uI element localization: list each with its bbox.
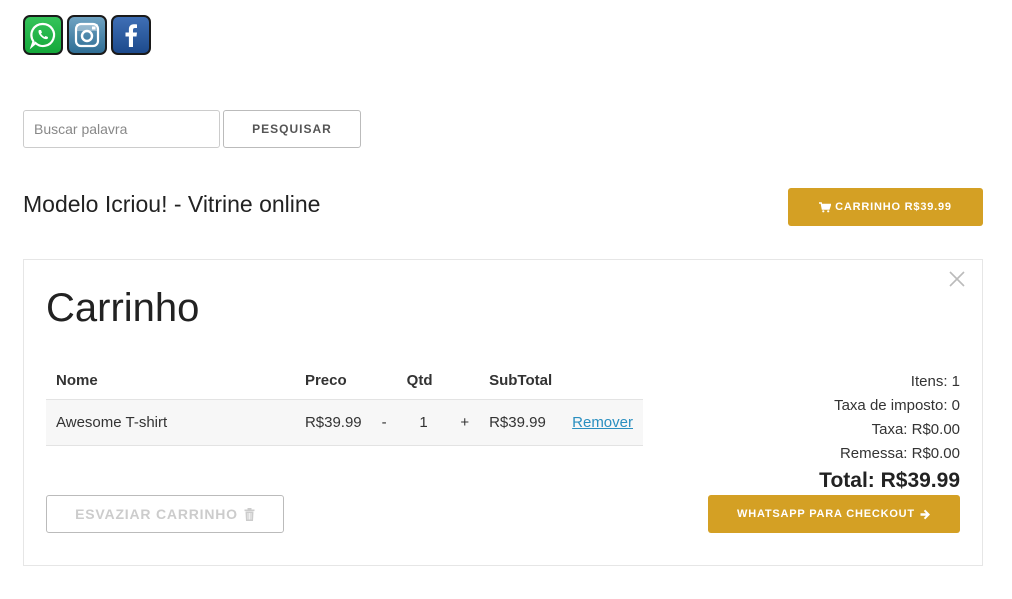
- summary-shipping: Remessa: R$0.00: [839, 445, 960, 462]
- store-title: Modelo Icriou! - Vitrine online: [23, 191, 321, 217]
- item-name: Awesome T-shirt: [46, 398, 295, 446]
- column-header-qty: Qtd: [406, 372, 433, 390]
- social-links: [23, 15, 151, 55]
- empty-cart-button[interactable]: ESVAZIAR CARRINHO: [46, 495, 284, 533]
- column-header-name: Nome: [56, 372, 98, 390]
- summary-items: Itens: 1: [910, 373, 960, 390]
- cart-button-label: CARRINHO R$39.99: [835, 201, 952, 213]
- cart-panel: Carrinho Nome Preco Qtd SubTotal Awesome…: [23, 259, 983, 566]
- table-row: Awesome T-shirt R$39.99 - 1 + R$39.99 Re…: [46, 398, 643, 446]
- search-button[interactable]: PESQUISAR: [223, 110, 361, 148]
- summary-tax-rate: Taxa de imposto: 0: [834, 397, 960, 414]
- whatsapp-icon[interactable]: [23, 15, 63, 55]
- facebook-icon[interactable]: [111, 15, 151, 55]
- whatsapp-checkout-button[interactable]: WHATSAPP PARA CHECKOUT: [708, 495, 960, 533]
- decrement-qty-button[interactable]: -: [371, 398, 397, 446]
- table-header-row: Nome Preco Qtd SubTotal: [46, 363, 643, 399]
- item-qty: 1: [396, 398, 451, 446]
- trash-icon: [244, 507, 255, 521]
- checkout-label: WHATSAPP PARA CHECKOUT: [737, 508, 915, 520]
- column-header-subtotal: SubTotal: [489, 372, 553, 390]
- cart-button[interactable]: CARRINHO R$39.99: [788, 188, 983, 226]
- column-header-price: Preco: [304, 372, 347, 390]
- cart-icon: [819, 201, 832, 212]
- empty-cart-label: ESVAZIAR CARRINHO: [75, 506, 238, 522]
- cart-table: Nome Preco Qtd SubTotal Awesome T-shirt …: [46, 363, 643, 446]
- search-input[interactable]: [23, 110, 220, 148]
- summary-tax: Taxa: R$0.00: [871, 421, 960, 438]
- instagram-icon[interactable]: [67, 15, 107, 55]
- remove-item-link[interactable]: Remover: [572, 414, 633, 431]
- item-subtotal: R$39.99: [479, 398, 563, 446]
- cart-heading: Carrinho: [46, 286, 200, 330]
- cart-summary: Itens: 1 Taxa de imposto: 0 Taxa: R$0.00…: [819, 370, 960, 496]
- item-price: R$39.99: [294, 398, 372, 446]
- increment-qty-button[interactable]: +: [450, 398, 480, 446]
- close-icon[interactable]: [948, 270, 966, 288]
- summary-total: Total: R$39.99: [819, 469, 960, 492]
- arrow-right-icon: [920, 509, 930, 519]
